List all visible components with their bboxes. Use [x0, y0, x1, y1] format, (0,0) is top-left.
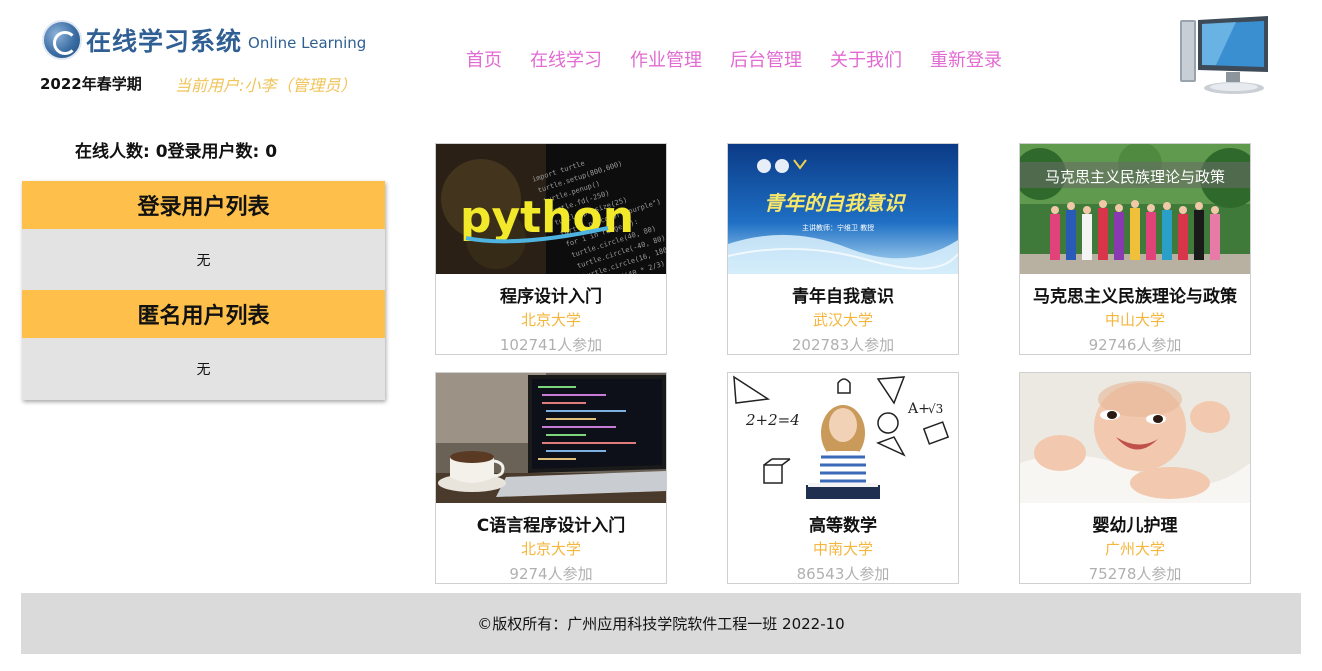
current-user-label: 当前用户:小李（管理员）: [175, 76, 357, 95]
logo-subtitle: Online Learning: [248, 34, 367, 52]
course-card[interactable]: 婴幼儿护理 广州大学 75278人参加: [1019, 372, 1251, 584]
logged-in-list-empty: 无: [22, 229, 385, 290]
logo-title: 在线学习系统: [86, 27, 243, 56]
course-title[interactable]: 婴幼儿护理: [1020, 511, 1250, 536]
course-title[interactable]: C语言程序设计入门: [436, 511, 666, 536]
ethnic-costume-group-image[interactable]: 马克思主义民族理论与政策: [1020, 144, 1250, 274]
course-participants: 202783人参加: [791, 336, 895, 354]
main-nav: 首页 在线学习 作业管理 后台管理 关于我们 重新登录: [466, 46, 1030, 72]
user-list-panel: 登录用户列表 无 匿名用户列表 无: [22, 181, 385, 400]
footer: ©版权所有：广州应用科技学院软件工程一班 2022-10: [21, 593, 1301, 654]
course-title[interactable]: 程序设计入门: [436, 282, 666, 307]
nav-admin[interactable]: 后台管理: [730, 46, 802, 72]
computer-icon: [1180, 16, 1268, 94]
course-school: 北京大学: [520, 311, 581, 329]
course-card[interactable]: import turtle turtle.setup(800,600) turt…: [435, 143, 667, 355]
online-stats: 在线人数: 0登录用户数: 0: [75, 142, 278, 162]
course-card[interactable]: 青年的自我意识 主讲教师：宁维卫 教授 青年自我意识 武汉大学 202783人参…: [727, 143, 959, 355]
python-logo-text: python: [460, 192, 634, 243]
banner-lecturer-text: 主讲教师：宁维卫 教授: [802, 223, 874, 232]
course-participants: 92746人参加: [1088, 336, 1182, 354]
nav-about[interactable]: 关于我们: [830, 46, 902, 72]
course-title[interactable]: 马克思主义民族理论与政策: [1020, 282, 1250, 307]
course-participants: 102741人参加: [499, 336, 603, 354]
logged-in-list-title: 登录用户列表: [22, 181, 385, 229]
nav-homework[interactable]: 作业管理: [630, 46, 702, 72]
course-school: 武汉大学: [812, 311, 873, 329]
site-logo[interactable]: 在线学习系统 Online Learning: [42, 18, 366, 62]
laptop-coffee-image[interactable]: [436, 373, 666, 503]
logo-emblem-icon: [42, 20, 82, 60]
course-school: 中山大学: [1104, 311, 1165, 329]
course-participants: 75278人参加: [1088, 565, 1182, 583]
nav-relogin[interactable]: 重新登录: [930, 46, 1002, 72]
lecture-banner-image[interactable]: 青年的自我意识 主讲教师：宁维卫 教授: [728, 144, 958, 274]
banner-title-text: 青年的自我意识: [764, 191, 907, 215]
anonymous-list-empty: 无: [22, 338, 385, 399]
course-title[interactable]: 高等数学: [728, 511, 958, 536]
footer-copyright: ©版权所有：广州应用科技学院软件工程一班 2022-10: [477, 615, 845, 633]
python-code-image[interactable]: import turtle turtle.setup(800,600) turt…: [436, 144, 666, 274]
course-title[interactable]: 青年自我意识: [728, 282, 958, 307]
course-participants: 9274人参加: [509, 565, 593, 583]
semester-label: 2022年春学期: [40, 75, 142, 93]
course-participants: 86543人参加: [796, 565, 890, 583]
course-card[interactable]: C语言程序设计入门 北京大学 9274人参加: [435, 372, 667, 584]
girl-math-doodle-image[interactable]: 2+2=4 A+ √3: [728, 373, 958, 503]
course-school: 广州大学: [1104, 540, 1165, 558]
svg-text:A+: A+: [907, 401, 930, 417]
course-card[interactable]: 马克思主义民族理论与政策 马克思主义民族理论与政策 中山大学 92746人参加: [1019, 143, 1251, 355]
doodle-equation-text: 2+2=4: [745, 411, 800, 429]
nav-home[interactable]: 首页: [466, 46, 502, 72]
image-banner-text: 马克思主义民族理论与政策: [1045, 168, 1225, 186]
svg-text:√3: √3: [928, 402, 943, 416]
smiling-baby-image[interactable]: [1020, 373, 1250, 503]
course-school: 北京大学: [520, 540, 581, 558]
course-card[interactable]: 2+2=4 A+ √3 高等数学 中南大学 86543人参加: [727, 372, 959, 584]
nav-online-learning[interactable]: 在线学习: [530, 46, 602, 72]
course-school: 中南大学: [812, 540, 873, 558]
anonymous-list-title: 匿名用户列表: [22, 290, 385, 338]
